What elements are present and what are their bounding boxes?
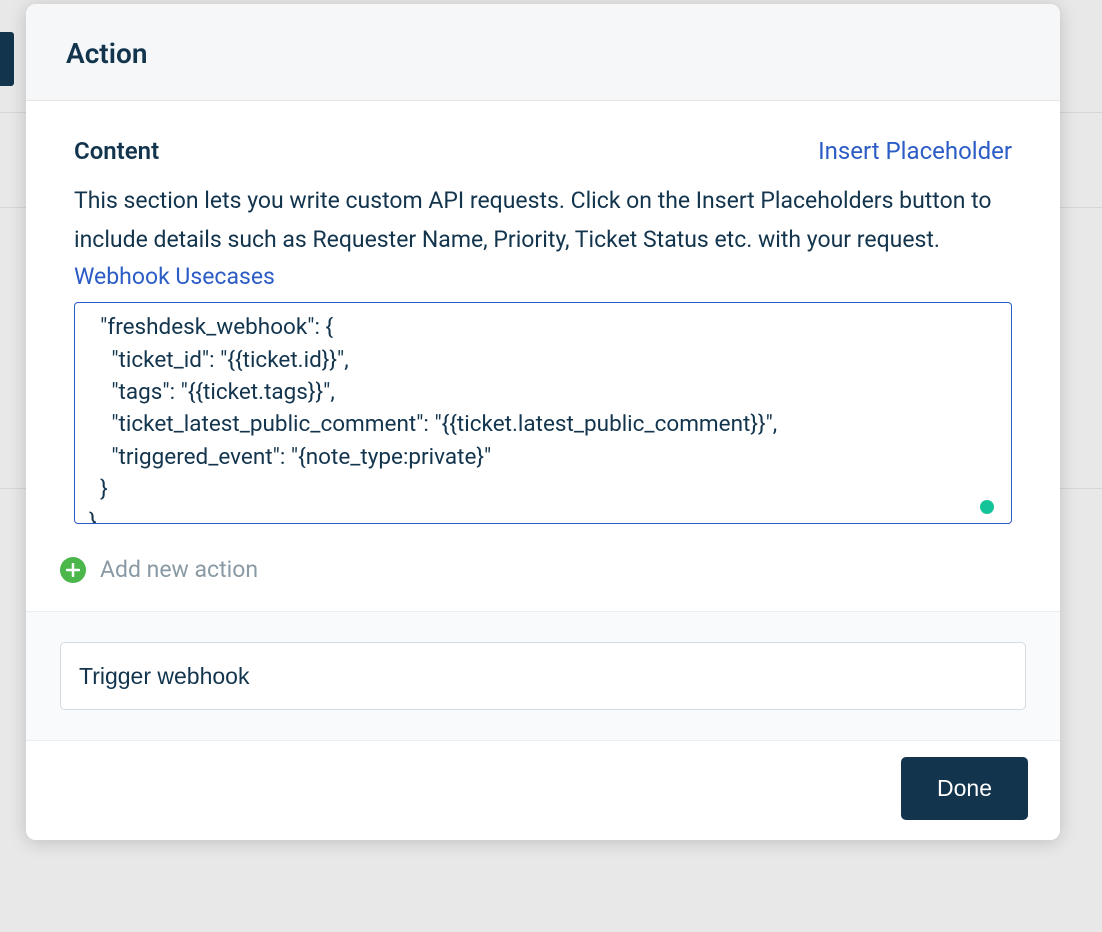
modal-header: Action xyxy=(26,4,1060,101)
webhook-content-textarea[interactable] xyxy=(74,302,1012,524)
add-action-label: Add new action xyxy=(100,556,258,583)
content-header-row: Content Insert Placeholder xyxy=(74,137,1012,165)
content-description: This section lets you write custom API r… xyxy=(74,181,1012,259)
action-name-input[interactable] xyxy=(60,642,1026,710)
content-label: Content xyxy=(74,137,159,165)
add-action-section[interactable]: Add new action xyxy=(26,556,1060,611)
plus-circle-icon xyxy=(60,557,86,583)
insert-placeholder-link[interactable]: Insert Placeholder xyxy=(818,137,1012,165)
trigger-section xyxy=(26,611,1060,741)
webhook-usecases-link[interactable]: Webhook Usecases xyxy=(74,263,275,290)
background-sidebar-tab xyxy=(0,32,14,86)
modal-title: Action xyxy=(66,37,1020,70)
action-modal: Action Content Insert Placeholder This s… xyxy=(26,4,1060,840)
modal-footer: Done xyxy=(26,741,1060,840)
done-button[interactable]: Done xyxy=(901,757,1028,820)
modal-body: Content Insert Placeholder This section … xyxy=(26,101,1060,556)
code-wrapper xyxy=(74,302,1012,528)
